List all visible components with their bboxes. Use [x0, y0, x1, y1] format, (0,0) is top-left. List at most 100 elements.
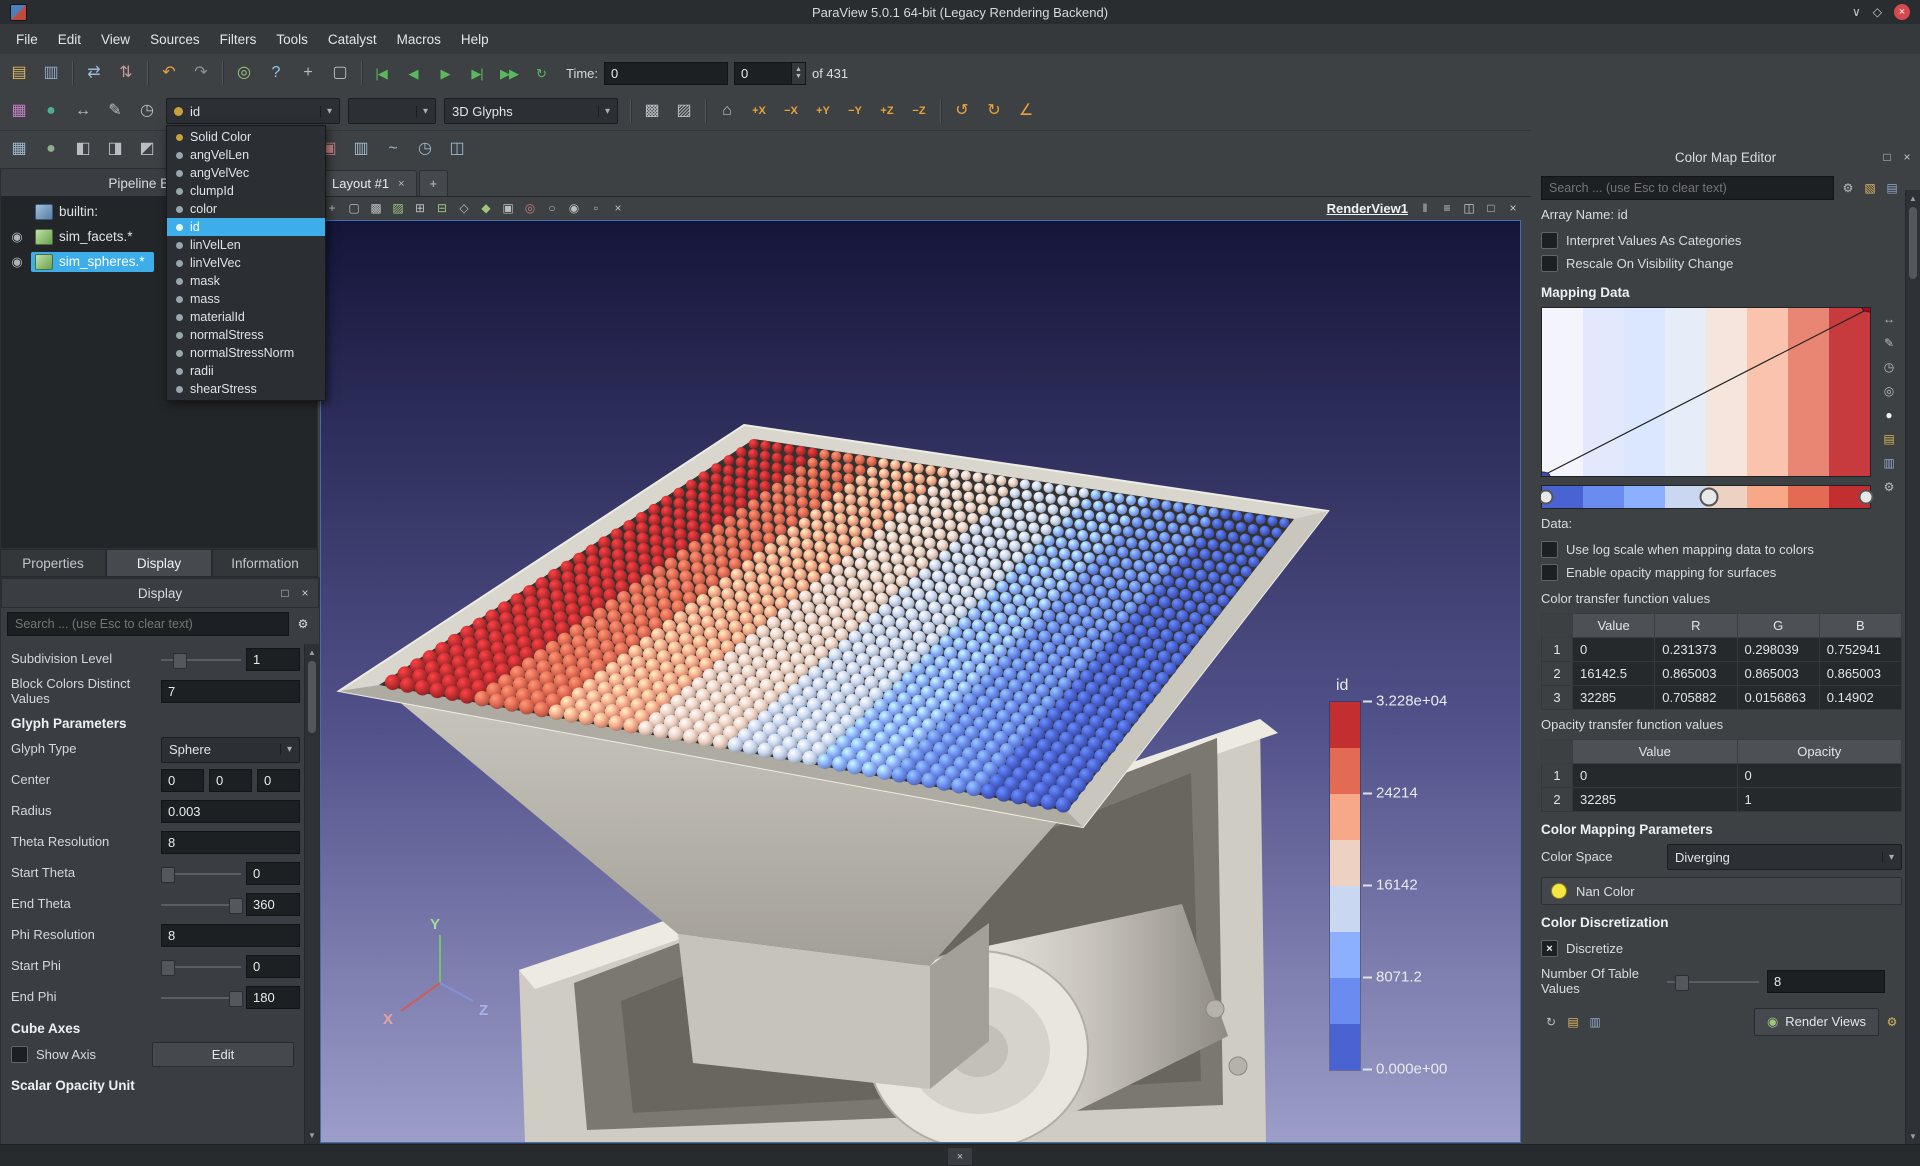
render-views-button[interactable]: ◉ Render Views [1754, 1008, 1879, 1036]
close-view-icon[interactable]: × [1503, 198, 1523, 218]
save-to-file-icon[interactable]: ▥ [1585, 1012, 1605, 1032]
select-surface-cells-icon[interactable]: ▩ [637, 96, 667, 126]
transfer-function-plot[interactable] [1541, 307, 1871, 477]
display-advanced-icon[interactable]: ⚙ [293, 614, 313, 634]
radius-input[interactable] [161, 800, 300, 823]
rescale-to-data-icon[interactable]: ↔ [68, 96, 98, 126]
colormap-end-handle[interactable] [1859, 490, 1874, 505]
redo-icon[interactable]: ↷ [186, 58, 216, 88]
select-cells-on-icon[interactable]: ▩ [366, 198, 386, 218]
color-transfer-table-cell[interactable]: 0.865003 [1819, 662, 1901, 686]
threshold-filter-icon[interactable]: ◩ [132, 134, 162, 164]
color-transfer-table-cell[interactable]: 0.865003 [1737, 662, 1819, 686]
rescale-custom-icon[interactable]: ✎ [100, 96, 130, 126]
scroll-down-icon[interactable]: ▼ [308, 1127, 316, 1144]
shade-window-icon[interactable]: ∨ [1852, 5, 1861, 19]
color-map-editor-title-bar[interactable]: Color Map Editor □× [1531, 142, 1920, 172]
nan-color-button[interactable]: Nan Color [1541, 877, 1902, 905]
visibility-eye-icon[interactable]: ◉ [6, 229, 28, 245]
representation-combo[interactable]: 3D Glyphs ▾ [444, 98, 618, 124]
color-transfer-table-cell[interactable]: 0.231373 [1655, 638, 1737, 662]
cmap-scrollbar[interactable]: ▲▼ [1905, 190, 1920, 1145]
menu-macros[interactable]: Macros [387, 27, 451, 52]
select-block-icon[interactable]: ▣ [498, 198, 518, 218]
discretize-checkbox[interactable]: × [1541, 940, 1558, 957]
center-input-2[interactable] [257, 769, 300, 792]
reset-rotation-icon[interactable]: ∠ [1011, 96, 1041, 126]
color-transfer-table-cell[interactable]: 0.298039 [1737, 638, 1819, 662]
color-transfer-table-cell[interactable]: 0.14902 [1819, 686, 1901, 710]
table-values-slider[interactable] [1667, 973, 1759, 991]
invert-transfer-icon[interactable]: ● [1879, 405, 1899, 425]
split-view-icon[interactable]: ◫ [1459, 198, 1479, 218]
play-icon[interactable]: ▶ [430, 58, 460, 88]
table-values-input[interactable] [1767, 970, 1885, 993]
interactive-select-cells-icon[interactable]: ◎ [520, 198, 540, 218]
rescale-custom-range-icon[interactable]: ✎ [1879, 333, 1899, 353]
color-transfer-table-cell[interactable]: 0.705882 [1655, 686, 1737, 710]
menu-file[interactable]: File [6, 27, 48, 52]
rescale-visible-range-icon[interactable]: ◎ [1879, 381, 1899, 401]
render-viewport[interactable]: Y X Z id 3.228e+0424214161428071.20.000e… [320, 220, 1521, 1143]
subdivision-level-slider[interactable] [161, 651, 241, 669]
save-file-icon[interactable]: ▥ [36, 58, 66, 88]
slice-filter-icon[interactable]: ◨ [100, 134, 130, 164]
camera-icon[interactable]: ▢ [325, 58, 355, 88]
select-points-on-icon[interactable]: ▨ [388, 198, 408, 218]
color-space-select[interactable]: Diverging ▾ [1667, 844, 1902, 870]
display-search-input[interactable] [7, 612, 289, 636]
scroll-up-icon[interactable]: ▲ [308, 644, 316, 661]
set-view-minus-y-icon[interactable]: −Y [840, 96, 870, 126]
float-dock-icon[interactable]: □ [276, 584, 294, 602]
rotate-90-ccw-icon[interactable]: ↺ [947, 96, 977, 126]
cmap-search-input[interactable] [1541, 176, 1834, 200]
close-dock-icon[interactable]: × [1898, 148, 1916, 166]
pause-view-icon[interactable]: ‖ [1415, 198, 1435, 218]
color-legend[interactable]: id 3.228e+0424214161428071.20.000e+00 [1329, 677, 1483, 1071]
array-option-linvellen[interactable]: linVelLen [167, 236, 325, 254]
palette-gear-icon[interactable]: ⚙ [1882, 1012, 1902, 1032]
component-combo[interactable]: ▾ [348, 98, 436, 124]
rescale-over-time-icon[interactable]: ◷ [132, 96, 162, 126]
scroll-thumb[interactable] [308, 661, 316, 733]
array-option-id[interactable]: id [167, 218, 325, 236]
loop-icon[interactable]: ↻ [526, 58, 556, 88]
close-dock-icon[interactable]: × [296, 584, 314, 602]
array-option-solid-color[interactable]: Solid Color [167, 128, 325, 146]
cmap-advanced-gear-icon[interactable]: ⚙ [1838, 178, 1858, 198]
scroll-up-icon[interactable]: ▲ [1909, 190, 1917, 207]
zoom-to-box-icon[interactable]: ▫ [586, 198, 606, 218]
set-view-plus-x-icon[interactable]: +X [744, 96, 774, 126]
next-frame-icon[interactable]: ▶| [462, 58, 492, 88]
color-transfer-table-cell[interactable]: 32285 [1573, 686, 1655, 710]
rescale-over-time-rail-icon[interactable]: ◷ [1879, 357, 1899, 377]
colormap-midpoint-handle[interactable] [1700, 488, 1719, 507]
array-option-normalstressnorm[interactable]: normalStressNorm [167, 344, 325, 362]
opacity-transfer-table-cell[interactable]: 0 [1737, 764, 1902, 788]
show-axis-checkbox[interactable] [11, 1046, 28, 1063]
undo-icon[interactable]: ↶ [154, 58, 184, 88]
select-points-through-icon[interactable]: ⊟ [432, 198, 452, 218]
center-input-1[interactable] [209, 769, 252, 792]
display-scrollbar[interactable]: ▲▼ [304, 644, 319, 1144]
menu-filters[interactable]: Filters [210, 27, 267, 52]
glyph-type-select[interactable]: Sphere▾ [161, 737, 300, 763]
help-icon[interactable]: ? [261, 58, 291, 88]
opacity-transfer-table-cell[interactable]: 32285 [1573, 788, 1738, 812]
refresh-views-icon[interactable]: ↻ [1541, 1012, 1561, 1032]
camera-adjust-icon[interactable]: ▢ [344, 198, 364, 218]
scroll-down-icon[interactable]: ▼ [1909, 1128, 1917, 1145]
tab-properties[interactable]: Properties [0, 549, 106, 577]
phi-resolution-input[interactable] [161, 924, 300, 947]
hover-cells-icon[interactable]: ◉ [564, 198, 584, 218]
open-file-icon[interactable]: ▤ [4, 58, 34, 88]
rescale-on-visibility-change-checkbox[interactable] [1541, 255, 1558, 272]
color-transfer-table-cell[interactable]: 0.865003 [1655, 662, 1737, 686]
end-phi-input[interactable] [246, 986, 300, 1009]
array-option-mass[interactable]: mass [167, 290, 325, 308]
opacity-transfer-table-cell[interactable]: 1 [1737, 788, 1902, 812]
tab-display[interactable]: Display [106, 549, 212, 577]
auto-apply-icon[interactable]: ◎ [229, 58, 259, 88]
edit-color-map-icon[interactable]: ● [36, 96, 66, 126]
spin-down-icon[interactable]: ▼ [795, 73, 802, 80]
